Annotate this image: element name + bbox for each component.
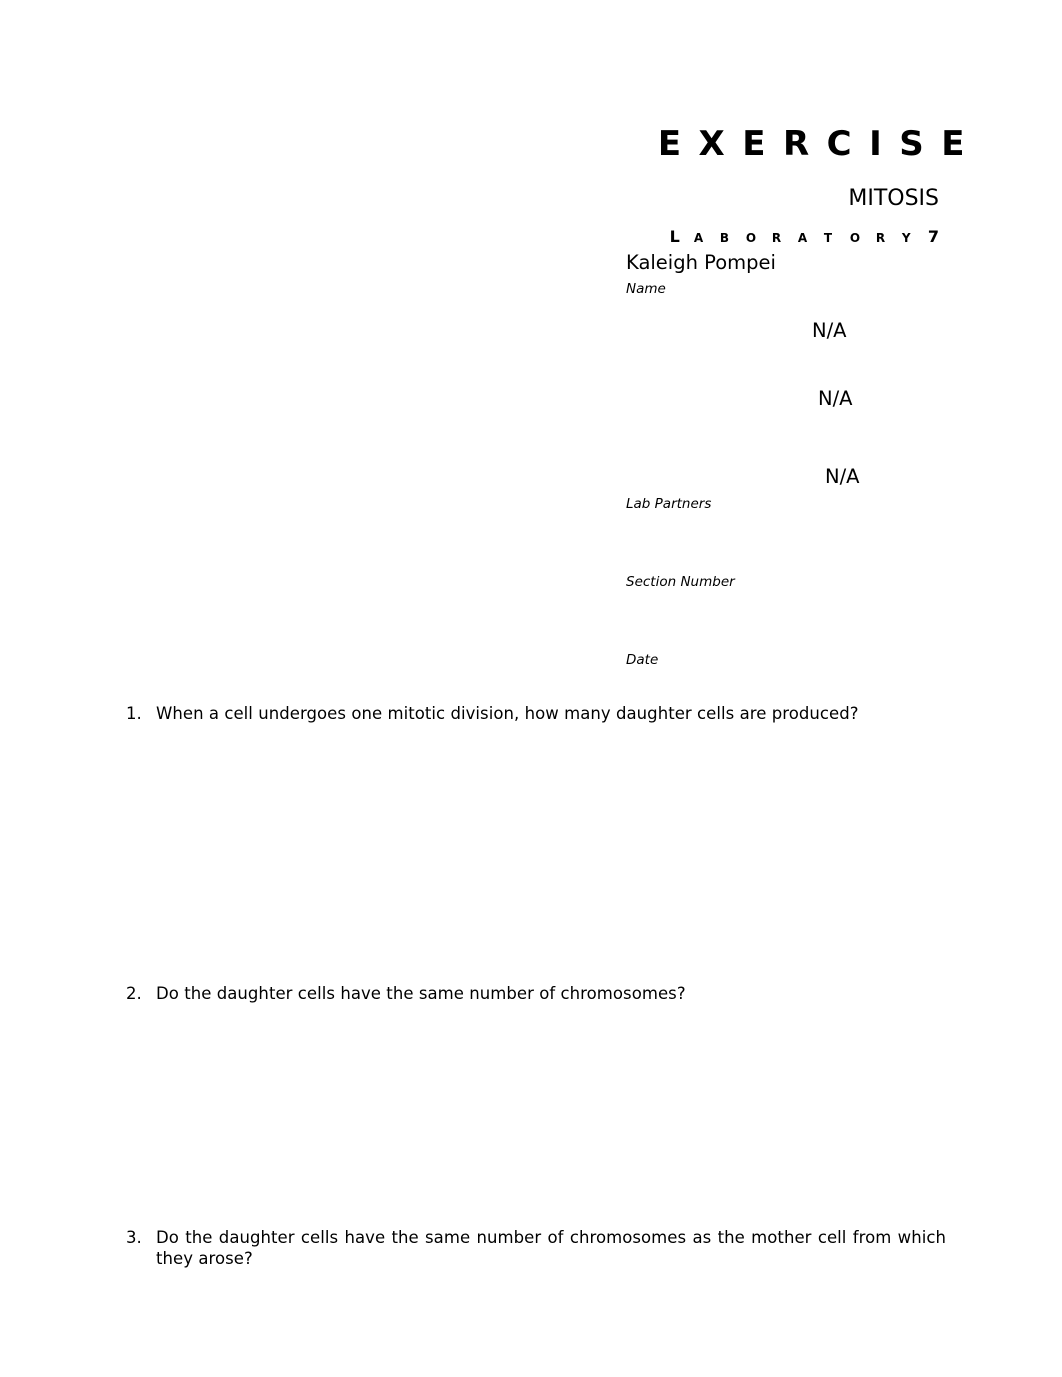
lab-title-letter: Y — [901, 231, 911, 245]
lab-title-letter: R — [771, 231, 782, 245]
lab-title-number: 7 — [927, 227, 939, 246]
lab-title-letter: B — [719, 231, 730, 245]
student-name-value[interactable]: Kaleigh Pompei — [626, 250, 776, 276]
lab-title-letter: A — [797, 231, 808, 245]
question-text: Do the daughter cells have the same numb… — [156, 984, 686, 1003]
question-item: 2. Do the daughter cells have the same n… — [126, 983, 946, 1004]
topic-title: MITOSIS — [848, 186, 939, 211]
lab-title-letter: A — [693, 231, 704, 245]
lab-partner-3-value[interactable]: N/A — [825, 464, 860, 490]
laboratory-number-heading: LABORATORY7 — [670, 226, 939, 249]
lab-title-smallcaps: ABORATORY — [694, 231, 914, 245]
exercise-heading: EXERCISE — [657, 124, 982, 164]
lab-title-letter: T — [823, 231, 833, 245]
question-number: 1. — [126, 704, 142, 723]
section-number-field-label: Section Number — [626, 574, 735, 590]
worksheet-page: EXERCISE MITOSIS LABORATORY7 Kaleigh Pom… — [0, 0, 1062, 1377]
question-text: Do the daughter cells have the same numb… — [156, 1228, 946, 1268]
lab-title-letter: O — [745, 231, 757, 245]
lab-title-letter: R — [875, 231, 886, 245]
name-field-label: Name — [626, 281, 666, 297]
question-number: 3. — [126, 1228, 142, 1247]
question-item: 1. When a cell undergoes one mitotic div… — [126, 703, 946, 724]
lab-partner-1-value[interactable]: N/A — [812, 318, 847, 344]
lab-partner-2-value[interactable]: N/A — [818, 386, 853, 412]
lab-title-letter: O — [849, 231, 861, 245]
lab-partners-field-label: Lab Partners — [626, 496, 712, 512]
question-text: When a cell undergoes one mitotic divisi… — [156, 704, 859, 723]
lab-title-initial: L — [669, 227, 680, 246]
date-field-label: Date — [626, 652, 659, 668]
question-number: 2. — [126, 984, 142, 1003]
question-item: 3. Do the daughter cells have the same n… — [126, 1227, 946, 1269]
